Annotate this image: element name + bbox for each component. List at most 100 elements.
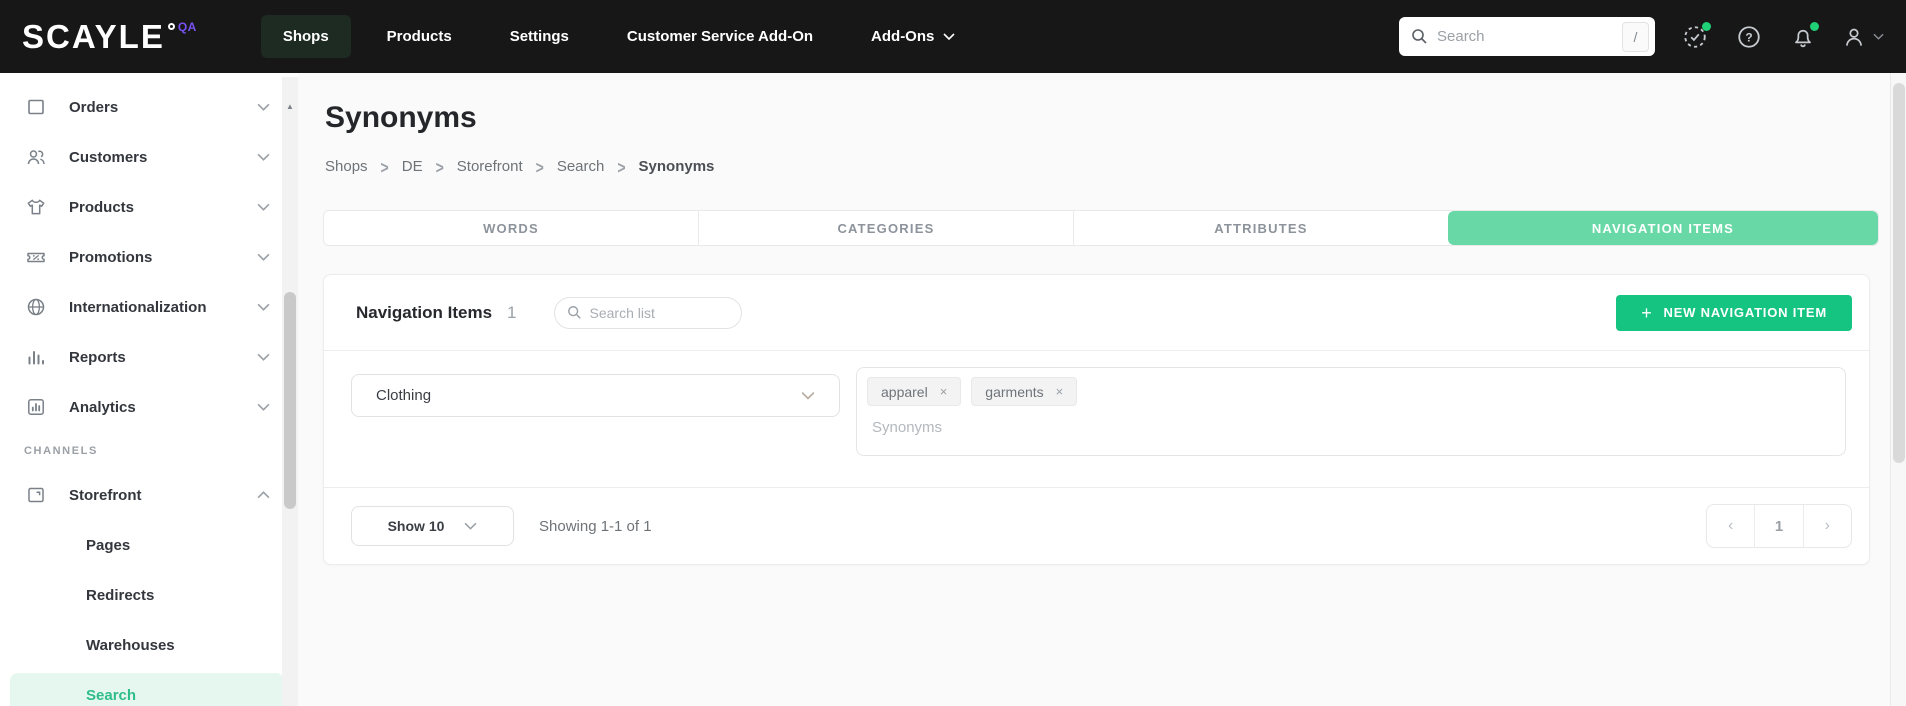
scrollbar-up-arrow[interactable]: ▲	[282, 103, 298, 111]
chevron-down-icon	[257, 253, 270, 261]
pagination: ‹ 1 ›	[1706, 504, 1852, 548]
sidebar-item-redirects[interactable]: Redirects	[0, 570, 298, 620]
customers-icon	[24, 146, 47, 168]
page-size-select[interactable]: Show 10	[351, 506, 514, 546]
chevron-down-icon	[257, 303, 270, 311]
topnav-item-addons[interactable]: Add-Ons	[849, 15, 977, 58]
reports-bars-icon	[24, 346, 47, 368]
scrollbar-thumb[interactable]	[1893, 83, 1905, 463]
remove-tag-icon[interactable]: ×	[940, 385, 948, 398]
scayle-logo[interactable]: SCAYLE QA	[22, 17, 197, 57]
sidebar-item-analytics[interactable]: Analytics	[0, 382, 298, 432]
new-navigation-item-button[interactable]: + NEW NAVIGATION ITEM	[1616, 294, 1852, 331]
breadcrumb-separator: >	[535, 156, 544, 177]
help-icon[interactable]: ?	[1735, 23, 1763, 51]
breadcrumb-separator: >	[435, 156, 444, 177]
sidebar-item-customers[interactable]: Customers	[0, 132, 298, 182]
breadcrumb-de[interactable]: DE	[402, 158, 423, 175]
navigation-items-panel: Navigation Items 1 + NEW NAVIGATION ITEM…	[323, 274, 1870, 565]
page-size-value: Show 10	[387, 518, 445, 534]
sidebar-item-warehouses[interactable]: Warehouses	[0, 620, 298, 670]
topnav-item-settings[interactable]: Settings	[488, 15, 591, 58]
breadcrumb-search[interactable]: Search	[557, 158, 605, 175]
global-search-input[interactable]	[1437, 28, 1622, 45]
chevron-down-icon	[257, 103, 270, 111]
environment-badge: QA	[177, 19, 197, 34]
search-shortcut-badge: /	[1622, 21, 1649, 52]
chevron-down-icon	[257, 403, 270, 411]
sidebar-item-storefront[interactable]: Storefront	[0, 470, 298, 520]
notifications-bell-icon[interactable]	[1789, 21, 1819, 51]
plus-icon: +	[1641, 302, 1653, 323]
window-scrollbar[interactable]	[1890, 73, 1906, 706]
list-search[interactable]	[553, 296, 742, 329]
chevron-down-icon	[464, 522, 477, 530]
logo-degree-mark	[167, 22, 175, 30]
tags-row: apparel × garments ×	[867, 377, 1835, 406]
tab-navigation-items[interactable]: NAVIGATION ITEMS	[1447, 211, 1878, 245]
sidebar-item-promotions[interactable]: Promotions	[0, 232, 298, 282]
next-page-button[interactable]: ›	[1804, 505, 1851, 547]
sidebar: Orders Customers Products Promotions Int…	[0, 73, 298, 706]
topnav-item-customer-service-addon[interactable]: Customer Service Add-On	[605, 15, 835, 58]
breadcrumb-storefront[interactable]: Storefront	[457, 158, 523, 175]
analytics-chart-icon	[24, 396, 47, 418]
tag-garments: garments ×	[971, 377, 1078, 406]
status-check-icon[interactable]	[1681, 21, 1711, 51]
panel-footer: Show 10 Showing 1-1 of 1 ‹ 1 ›	[324, 487, 1869, 564]
chevron-down-icon	[257, 353, 270, 361]
user-menu[interactable]	[1841, 24, 1884, 50]
chevron-down-icon	[1873, 33, 1884, 40]
category-select[interactable]: Clothing	[351, 374, 840, 417]
chevron-up-icon	[257, 491, 270, 499]
tab-attributes[interactable]: ATTRIBUTES	[1072, 211, 1448, 245]
scrollbar-thumb[interactable]	[284, 292, 296, 509]
topnav-right-cluster: / ?	[1399, 17, 1884, 56]
chevron-down-icon	[257, 203, 270, 211]
sidebar-item-reports[interactable]: Reports	[0, 332, 298, 382]
sidebar-item-internationalization[interactable]: Internationalization	[0, 282, 298, 332]
synonyms-tag-input[interactable]: apparel × garments × Synonyms	[856, 367, 1846, 456]
remove-tag-icon[interactable]: ×	[1056, 385, 1064, 398]
tab-words[interactable]: WORDS	[324, 211, 698, 245]
chevron-down-icon	[257, 153, 270, 161]
sidebar-item-pages[interactable]: Pages	[0, 520, 298, 570]
main-content: Synonyms Shops > DE > Storefront > Searc…	[298, 73, 1906, 706]
sidebar-item-products[interactable]: Products	[0, 182, 298, 232]
breadcrumb-separator: >	[380, 156, 389, 177]
chevron-down-icon	[943, 33, 955, 40]
showing-range-text: Showing 1-1 of 1	[539, 517, 652, 535]
topnav-menu: Shops Products Settings Customer Service…	[260, 15, 978, 58]
notifications-badge-dot	[1810, 21, 1819, 31]
list-search-input[interactable]	[589, 304, 729, 321]
sidebar-nav: Orders Customers Products Promotions Int…	[0, 73, 298, 706]
panel-count: 1	[507, 302, 517, 322]
breadcrumb-shops[interactable]: Shops	[325, 158, 368, 175]
synonyms-placeholder: Synonyms	[872, 419, 943, 436]
active-item-highlight	[10, 673, 284, 706]
sidebar-item-orders[interactable]: Orders	[0, 82, 298, 132]
user-icon	[1841, 24, 1867, 50]
status-badge-dot	[1702, 21, 1711, 31]
global-search[interactable]: /	[1399, 17, 1655, 56]
tab-categories[interactable]: CATEGORIES	[697, 211, 1073, 245]
svg-text:?: ?	[1745, 30, 1752, 44]
storefront-icon	[24, 484, 47, 506]
breadcrumb: Shops > DE > Storefront > Search > Synon…	[325, 156, 714, 177]
breadcrumb-separator: >	[617, 156, 626, 177]
panel-header: Navigation Items 1 + NEW NAVIGATION ITEM	[324, 275, 1869, 351]
prev-page-button[interactable]: ‹	[1707, 505, 1754, 547]
sidebar-scrollbar[interactable]: ▲	[282, 77, 298, 706]
topnav-item-shops[interactable]: Shops	[260, 15, 351, 58]
sidebar-item-search[interactable]: Search	[0, 670, 298, 706]
page-title: Synonyms	[325, 101, 477, 134]
topnav-item-products[interactable]: Products	[365, 15, 474, 58]
promotions-ticket-icon	[24, 246, 47, 268]
panel-title: Navigation Items	[356, 302, 493, 322]
current-page: 1	[1754, 505, 1804, 547]
tag-apparel: apparel ×	[867, 377, 962, 406]
logo-text: SCAYLE	[22, 17, 165, 55]
category-select-value: Clothing	[376, 387, 432, 404]
chevron-down-icon	[801, 391, 815, 400]
synonyms-tabbar: WORDS CATEGORIES ATTRIBUTES NAVIGATION I…	[323, 210, 1879, 246]
